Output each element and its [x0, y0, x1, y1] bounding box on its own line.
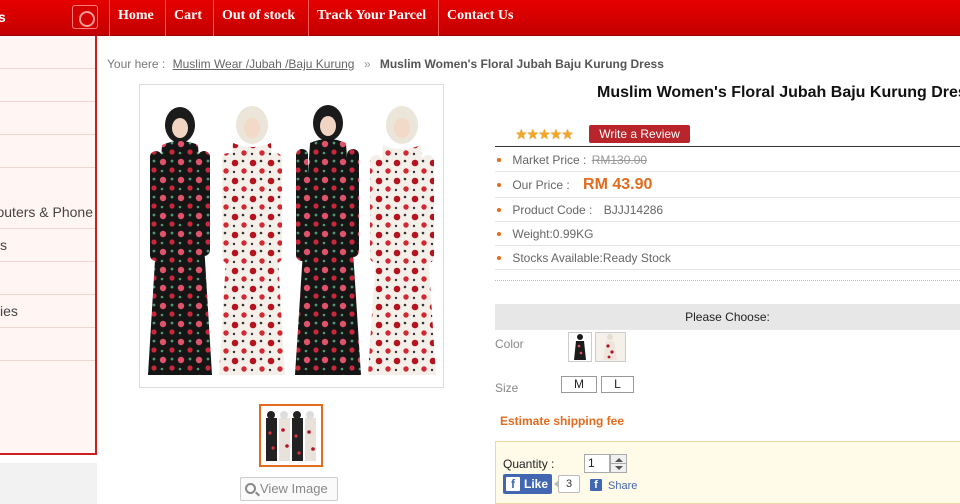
- stock-row: Stocks Available:Ready Stock: [495, 246, 960, 270]
- product-code-value: BJJJ14286: [603, 203, 664, 217]
- our-price-value: RM 43.90: [583, 176, 653, 193]
- breadcrumb-current: Muslim Women's Floral Jubah Baju Kurung …: [379, 57, 664, 71]
- product-thumbnail[interactable]: [259, 404, 323, 467]
- estimate-shipping-link[interactable]: Estimate shipping fee: [500, 414, 624, 428]
- our-price-row: Our Price : RM 43.90: [495, 172, 960, 198]
- nav-contact-us[interactable]: Contact Us: [438, 0, 522, 36]
- quantity-label: Quantity :: [503, 457, 555, 471]
- bullet-icon: [497, 157, 501, 162]
- breadcrumb: Your here : Muslim Wear /Jubah /Baju Kur…: [107, 57, 664, 71]
- size-option-l[interactable]: L: [601, 376, 634, 393]
- color-label: Color: [495, 337, 524, 351]
- view-image-label: View Image: [260, 481, 328, 496]
- facebook-share-label: Share: [608, 480, 638, 492]
- nav-out-of-stock[interactable]: Out of stock: [213, 0, 303, 36]
- facebook-icon: f: [506, 477, 520, 491]
- facebook-like-count: 3: [554, 475, 580, 493]
- sidebar-item[interactable]: [0, 102, 95, 135]
- purchase-box: [495, 441, 960, 504]
- bullet-icon: [497, 207, 501, 212]
- sidebar-item[interactable]: [0, 36, 95, 69]
- quantity-input[interactable]: 1: [584, 454, 610, 473]
- category-sidebar: outers & Phone s ies: [0, 36, 97, 455]
- stepper-divider: [611, 463, 626, 464]
- sidebar-item[interactable]: [0, 69, 95, 102]
- bullet-icon: [497, 231, 501, 236]
- sidebar-item[interactable]: outers & Phone: [0, 196, 95, 229]
- sidebar-footer: [0, 463, 97, 504]
- rating-stars-icon: ★★★★★: [515, 126, 574, 142]
- info-divider: [495, 146, 960, 147]
- top-nav-bar: s Home Cart Out of stock Track Your Parc…: [0, 0, 960, 36]
- our-price-label: Our Price :: [512, 178, 570, 192]
- home-logo-icon[interactable]: [72, 5, 98, 29]
- facebook-like-button[interactable]: f Like: [503, 474, 552, 494]
- nav-home[interactable]: Home: [109, 0, 162, 36]
- weight-text: Weight:0.99KG: [512, 227, 594, 241]
- nav-edge-glyph: s: [0, 9, 6, 25]
- size-option-m[interactable]: M: [561, 376, 597, 393]
- breadcrumb-separator: »: [363, 57, 371, 71]
- write-review-button[interactable]: Write a Review: [589, 125, 690, 143]
- facebook-share-icon: f: [590, 479, 602, 491]
- facebook-like-label: Like: [524, 477, 549, 491]
- product-main-image[interactable]: [139, 84, 444, 388]
- weight-row: Weight:0.99KG: [495, 222, 960, 246]
- product-code-row: Product Code : BJJJ14286: [495, 198, 960, 222]
- dotted-divider: [495, 280, 960, 281]
- please-choose-header: Please Choose:: [495, 304, 960, 330]
- view-image-button[interactable]: View Image: [240, 477, 338, 501]
- nav-cart[interactable]: Cart: [165, 0, 210, 36]
- sidebar-item[interactable]: [0, 328, 95, 361]
- market-price-row: Market Price : RM130.00: [495, 148, 960, 172]
- swatch-black-image: [574, 334, 586, 360]
- thumbnail-photo: [263, 408, 319, 463]
- color-swatch-black[interactable]: [568, 332, 592, 362]
- market-price-label: Market Price :: [512, 153, 587, 167]
- product-photo: [140, 85, 443, 387]
- stepper-up-icon[interactable]: [615, 458, 623, 462]
- bullet-icon: [497, 182, 501, 187]
- sidebar-item[interactable]: [0, 262, 95, 295]
- sidebar-item[interactable]: ies: [0, 295, 95, 328]
- facebook-share-button[interactable]: f Share: [588, 478, 640, 494]
- breadcrumb-prefix: Your here :: [107, 57, 166, 71]
- sidebar-item[interactable]: s: [0, 229, 95, 262]
- stock-text: Stocks Available:Ready Stock: [512, 251, 671, 265]
- product-title: Muslim Women's Floral Jubah Baju Kurung …: [597, 84, 960, 101]
- bullet-icon: [497, 255, 501, 260]
- swatch-white-image: [596, 333, 625, 361]
- quantity-stepper[interactable]: [610, 454, 627, 473]
- sidebar-item[interactable]: [0, 135, 95, 168]
- breadcrumb-category-link[interactable]: Muslim Wear /Jubah /Baju Kurung: [173, 57, 355, 71]
- nav-track-parcel[interactable]: Track Your Parcel: [308, 0, 434, 36]
- size-label: Size: [495, 381, 519, 395]
- magnifier-icon: [245, 483, 256, 494]
- product-code-label: Product Code :: [512, 203, 593, 217]
- market-price-value: RM130.00: [591, 153, 648, 167]
- stepper-down-icon[interactable]: [615, 466, 623, 470]
- color-swatch-white[interactable]: [595, 332, 626, 362]
